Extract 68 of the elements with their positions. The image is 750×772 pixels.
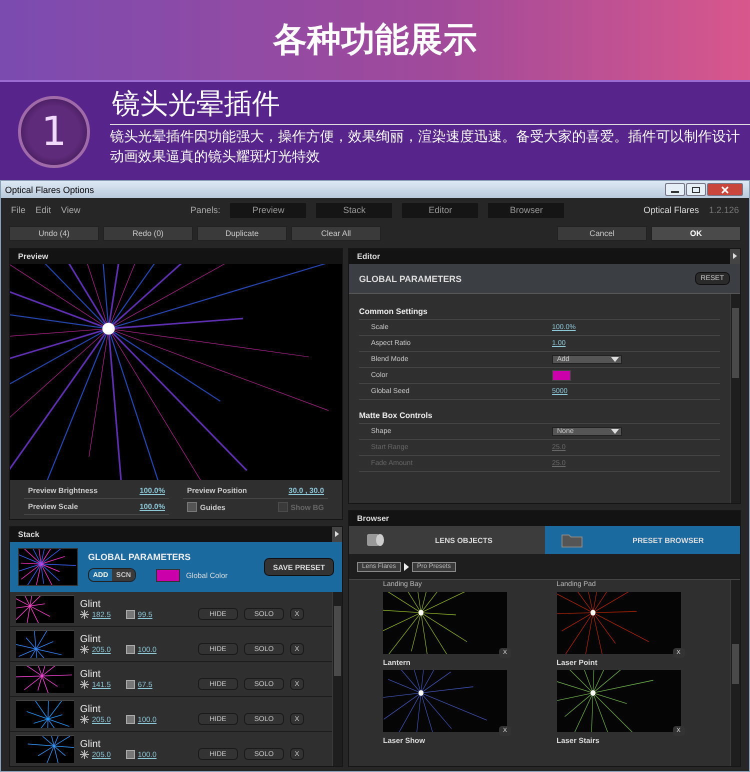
close-button[interactable] bbox=[707, 183, 743, 196]
square-icon bbox=[126, 645, 135, 654]
toolbar-button[interactable]: Duplicate bbox=[197, 226, 287, 240]
flare-thumbnail bbox=[16, 595, 74, 623]
layer-name: Glint bbox=[80, 704, 102, 715]
maximize-icon bbox=[691, 186, 701, 194]
square-icon bbox=[126, 750, 135, 759]
panel-toggle-button[interactable]: Stack bbox=[316, 202, 392, 218]
color-swatch[interactable] bbox=[156, 568, 180, 582]
flare-thumbnail[interactable] bbox=[383, 592, 507, 654]
version-label: 1.2.126 bbox=[708, 205, 739, 215]
scrollbar[interactable] bbox=[730, 580, 740, 766]
close-icon bbox=[720, 186, 730, 194]
panels-label: Panels: bbox=[190, 205, 220, 215]
flare-thumbnail bbox=[18, 548, 78, 586]
sun-icon bbox=[80, 750, 89, 759]
square-icon bbox=[126, 610, 135, 619]
square-icon bbox=[126, 680, 135, 689]
flare-thumbnail bbox=[16, 735, 74, 763]
sun-icon bbox=[80, 645, 89, 654]
arrow-icon bbox=[404, 562, 409, 570]
toolbar-button[interactable]: Redo (0) bbox=[103, 226, 193, 240]
sun-icon bbox=[80, 680, 89, 689]
panel-toggle-button[interactable]: Editor bbox=[402, 202, 478, 218]
flare-thumbnail[interactable] bbox=[556, 670, 680, 732]
panel-header: Editor bbox=[357, 252, 380, 261]
global-parameters-title: GLOBAL PARAMETERS bbox=[88, 552, 192, 562]
step-number: 1 bbox=[18, 96, 90, 168]
maximize-button[interactable] bbox=[686, 183, 706, 196]
menu-item[interactable]: Edit bbox=[36, 205, 52, 215]
flare-thumbnail[interactable] bbox=[556, 592, 680, 654]
flare-thumbnail[interactable] bbox=[383, 670, 507, 732]
window-title: Optical Flares Options bbox=[5, 184, 94, 194]
square-icon bbox=[126, 715, 135, 724]
editor-title: GLOBAL PARAMETERS bbox=[359, 274, 462, 284]
flare-thumbnail bbox=[16, 665, 74, 693]
panel-toggle-button[interactable]: Browser bbox=[488, 202, 564, 218]
flare-thumbnail bbox=[16, 630, 74, 658]
toolbar-button[interactable]: Clear All bbox=[291, 226, 381, 240]
menu-item[interactable]: File bbox=[11, 205, 26, 215]
dialog-button[interactable]: OK bbox=[651, 226, 741, 240]
section-description: 镜头光晕插件因功能强大，操作方便，效果绚丽，渲染速度迅速。备受大家的喜爱。插件可以制作设计动画效果逼真的镜头耀斑灯光特效 bbox=[110, 128, 741, 167]
menu-item[interactable]: View bbox=[61, 205, 80, 215]
lens-icon bbox=[365, 531, 385, 549]
layer-name: Glint bbox=[80, 634, 102, 645]
scrollbar[interactable] bbox=[730, 294, 740, 503]
dialog-button[interactable]: Cancel bbox=[557, 226, 647, 240]
sun-icon bbox=[80, 715, 89, 724]
caret-icon bbox=[611, 429, 619, 434]
layer-name: Glint bbox=[80, 739, 102, 750]
scrollbar[interactable] bbox=[332, 592, 342, 766]
flare-thumbnail bbox=[16, 700, 74, 728]
banner-title: 各种功能展示 bbox=[273, 19, 477, 62]
panel-header: Preview bbox=[18, 252, 48, 261]
app-name: Optical Flares bbox=[643, 205, 699, 215]
group-title: Common Settings bbox=[359, 302, 720, 320]
sun-icon bbox=[80, 610, 89, 619]
group-title: Matte Box Controls bbox=[359, 406, 720, 424]
minimize-button[interactable] bbox=[665, 183, 685, 196]
panel-toggle-button[interactable]: Preview bbox=[230, 202, 306, 218]
section-title: 镜头光晕插件 bbox=[110, 82, 750, 125]
color-swatch[interactable] bbox=[552, 370, 571, 381]
layer-name: Glint bbox=[80, 669, 102, 680]
panel-header: Browser bbox=[357, 514, 390, 523]
toolbar-button[interactable]: Undo (4) bbox=[9, 226, 99, 240]
layer-name: Glint bbox=[80, 599, 102, 610]
panel-header: Stack bbox=[18, 530, 40, 539]
caret-icon bbox=[611, 357, 619, 362]
